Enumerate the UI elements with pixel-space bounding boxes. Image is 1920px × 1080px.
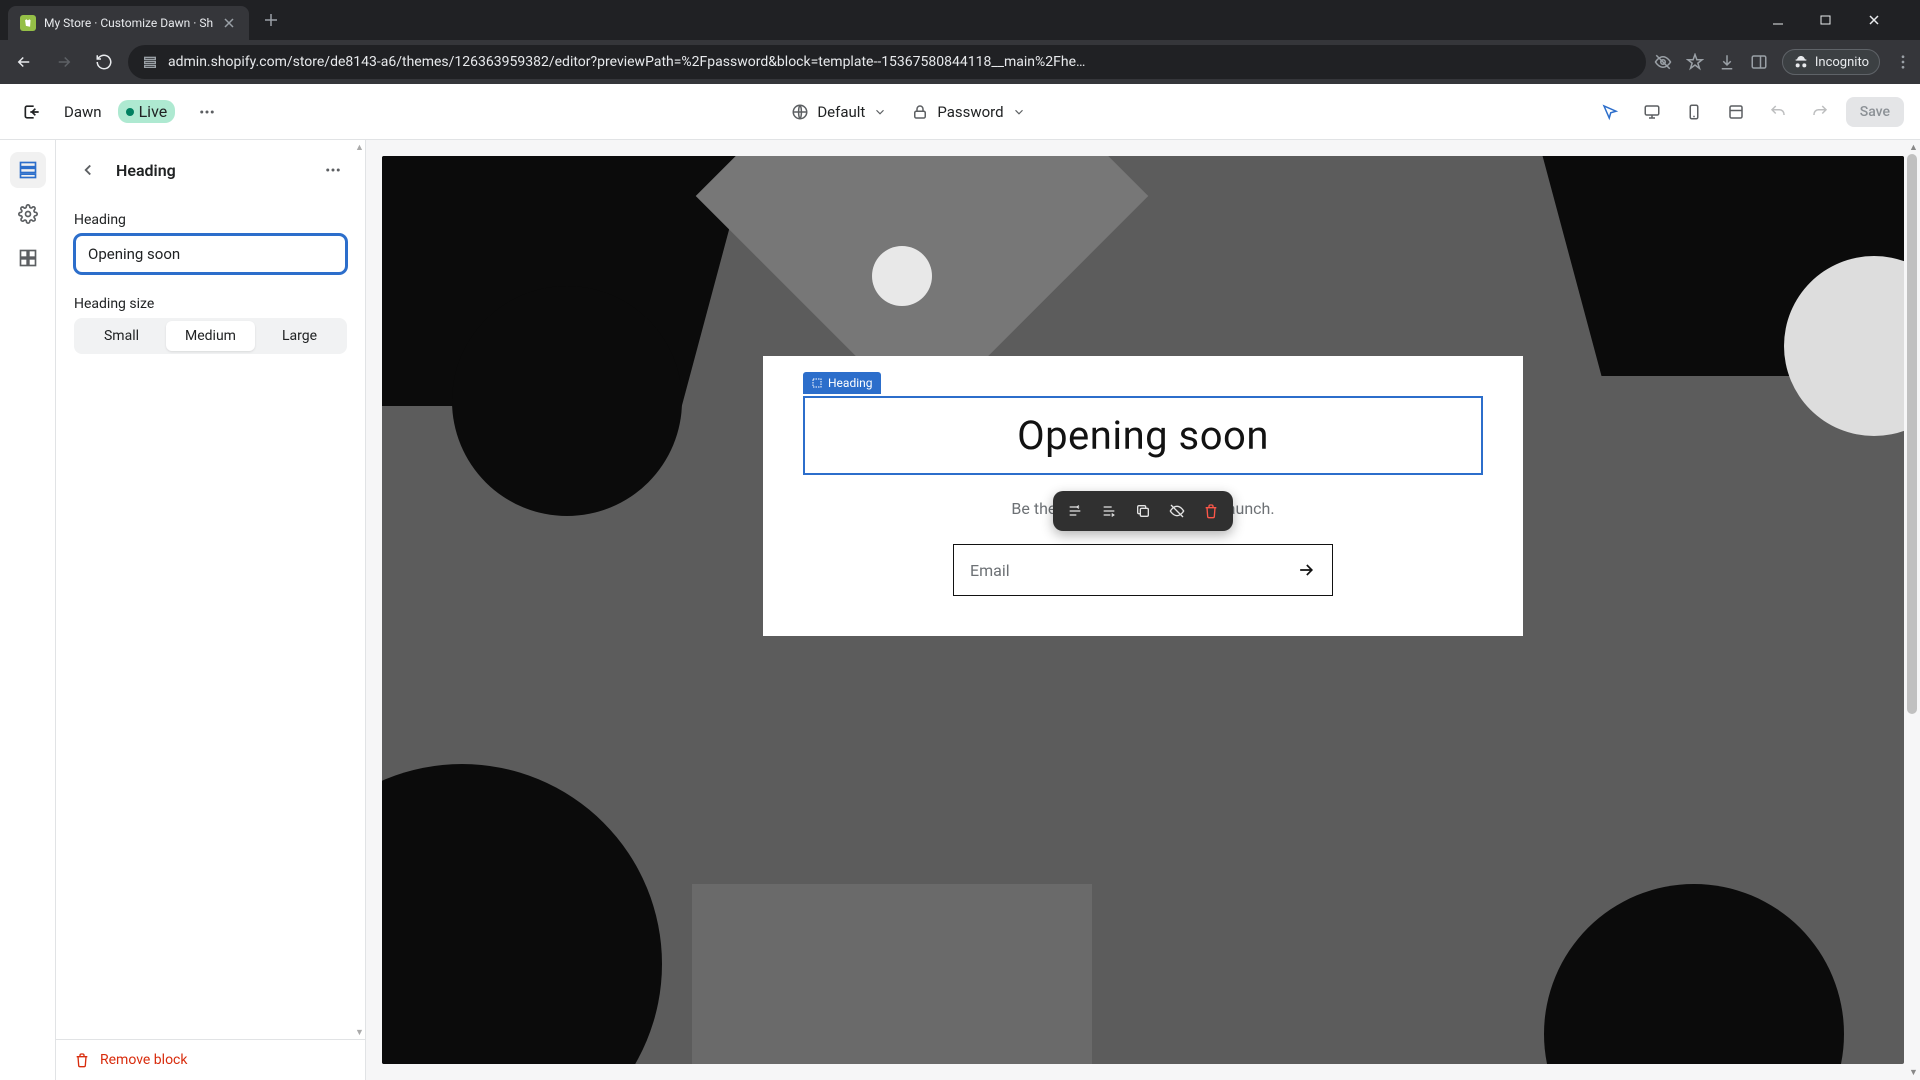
- header-left: Dawn Live: [16, 96, 223, 128]
- remove-block-button[interactable]: Remove block: [56, 1039, 365, 1080]
- shopify-favicon: [20, 15, 36, 31]
- maximize-icon[interactable]: [1820, 14, 1852, 26]
- theme-settings-tab[interactable]: [10, 196, 46, 232]
- incognito-icon: [1793, 54, 1809, 70]
- page-label: Password: [937, 103, 1003, 121]
- eye-off-icon[interactable]: [1654, 53, 1672, 71]
- block-tag: Heading: [803, 372, 881, 394]
- trash-icon: [74, 1052, 90, 1068]
- menu-icon[interactable]: [1894, 53, 1912, 71]
- back-button[interactable]: [8, 46, 40, 78]
- size-medium[interactable]: Medium: [166, 321, 255, 351]
- left-rail: [0, 140, 56, 1080]
- incognito-badge[interactable]: Incognito: [1782, 49, 1880, 75]
- globe-icon: [791, 103, 809, 121]
- back-button[interactable]: [72, 154, 104, 186]
- redo-button[interactable]: [1804, 96, 1836, 128]
- live-dot-icon: [126, 108, 134, 116]
- size-segmented-control: Small Medium Large: [74, 318, 347, 354]
- size-large[interactable]: Large: [255, 321, 344, 351]
- block-tag-label: Heading: [828, 376, 873, 390]
- theme-name: Dawn: [64, 103, 102, 121]
- incognito-label: Incognito: [1815, 55, 1869, 70]
- template-selector[interactable]: Default: [791, 103, 887, 121]
- theme-editor: Dawn Live Default Password: [0, 84, 1920, 1080]
- hide-button[interactable]: [1163, 497, 1191, 525]
- fullscreen-view-button[interactable]: [1720, 96, 1752, 128]
- size-small[interactable]: Small: [77, 321, 166, 351]
- page-selector[interactable]: Password: [911, 103, 1025, 121]
- sidebar-content: Heading Heading size Small Medium Large: [56, 200, 365, 1039]
- chevron-down-icon: [873, 105, 887, 119]
- panel-icon[interactable]: [1750, 53, 1768, 71]
- heading-size-label: Heading size: [74, 296, 347, 312]
- header-center: Default Password: [239, 103, 1578, 121]
- url-text: admin.shopify.com/store/de8143-a6/themes…: [168, 54, 1632, 70]
- reload-button[interactable]: [88, 46, 120, 78]
- minimize-icon[interactable]: [1772, 14, 1804, 26]
- arrow-right-icon: [1296, 560, 1316, 580]
- heading-input[interactable]: [74, 234, 347, 274]
- close-window-icon[interactable]: [1868, 14, 1900, 26]
- bookmark-icon[interactable]: [1686, 53, 1704, 71]
- preview-canvas[interactable]: Heading Opening soon Be the first to kno…: [382, 156, 1904, 1064]
- address-bar[interactable]: admin.shopify.com/store/de8143-a6/themes…: [128, 45, 1646, 79]
- block-toolbar: [1053, 491, 1233, 531]
- mobile-view-button[interactable]: [1678, 96, 1710, 128]
- template-label: Default: [817, 103, 865, 121]
- save-button[interactable]: Save: [1846, 97, 1904, 127]
- move-backward-button[interactable]: [1061, 497, 1089, 525]
- preview-area: Heading Opening soon Be the first to kno…: [366, 140, 1920, 1080]
- forward-button[interactable]: [48, 46, 80, 78]
- live-label: Live: [139, 102, 168, 121]
- heading-field-group: Heading: [74, 212, 347, 274]
- email-row: Email: [803, 544, 1483, 596]
- undo-button[interactable]: [1762, 96, 1794, 128]
- lock-icon: [911, 103, 929, 121]
- new-tab-button[interactable]: [257, 6, 285, 34]
- preview-scrollbar[interactable]: ▲ ▼: [1907, 140, 1917, 1080]
- tab-bar: My Store · Customize Dawn · Sh: [0, 0, 1920, 40]
- browser-chrome: My Store · Customize Dawn · Sh: [0, 0, 1920, 84]
- heading-preview-text: Opening soon: [825, 412, 1461, 459]
- close-icon[interactable]: [221, 15, 237, 31]
- email-placeholder: Email: [970, 561, 1010, 580]
- url-bar: admin.shopify.com/store/de8143-a6/themes…: [0, 40, 1920, 84]
- sections-tab[interactable]: [10, 152, 46, 188]
- delete-button[interactable]: [1197, 497, 1225, 525]
- password-page-card: Heading Opening soon Be the first to kno…: [763, 356, 1523, 636]
- more-actions-button[interactable]: [191, 96, 223, 128]
- duplicate-button[interactable]: [1129, 497, 1157, 525]
- heading-block[interactable]: Heading Opening soon: [803, 396, 1483, 475]
- app-header: Dawn Live Default Password: [0, 84, 1920, 140]
- app-embeds-tab[interactable]: [10, 240, 46, 276]
- inspector-button[interactable]: [1594, 96, 1626, 128]
- desktop-view-button[interactable]: [1636, 96, 1668, 128]
- email-input[interactable]: Email: [953, 544, 1333, 596]
- move-forward-button[interactable]: [1095, 497, 1123, 525]
- sidebar-header: Heading: [56, 140, 365, 200]
- tab-title: My Store · Customize Dawn · Sh: [44, 16, 213, 30]
- chevron-down-icon: [1012, 105, 1026, 119]
- exit-button[interactable]: [16, 96, 48, 128]
- browser-tab[interactable]: My Store · Customize Dawn · Sh: [8, 6, 249, 40]
- sidebar-title: Heading: [116, 161, 305, 180]
- heading-label: Heading: [74, 212, 347, 228]
- sidebar-scrollbar[interactable]: ▲ ▼: [355, 140, 363, 1040]
- heading-size-group: Heading size Small Medium Large: [74, 296, 347, 354]
- download-icon[interactable]: [1718, 53, 1736, 71]
- block-icon: [811, 377, 823, 389]
- site-settings-icon: [142, 54, 158, 70]
- live-badge: Live: [118, 100, 176, 123]
- settings-sidebar: Heading Heading Heading size Small Mediu: [56, 140, 366, 1080]
- sidebar-more-button[interactable]: [317, 154, 349, 186]
- url-bar-icons: Incognito: [1654, 49, 1912, 75]
- app-body: Heading Heading Heading size Small Mediu: [0, 140, 1920, 1080]
- remove-block-label: Remove block: [100, 1052, 187, 1068]
- window-controls: [1772, 14, 1912, 26]
- header-right: Save: [1594, 96, 1904, 128]
